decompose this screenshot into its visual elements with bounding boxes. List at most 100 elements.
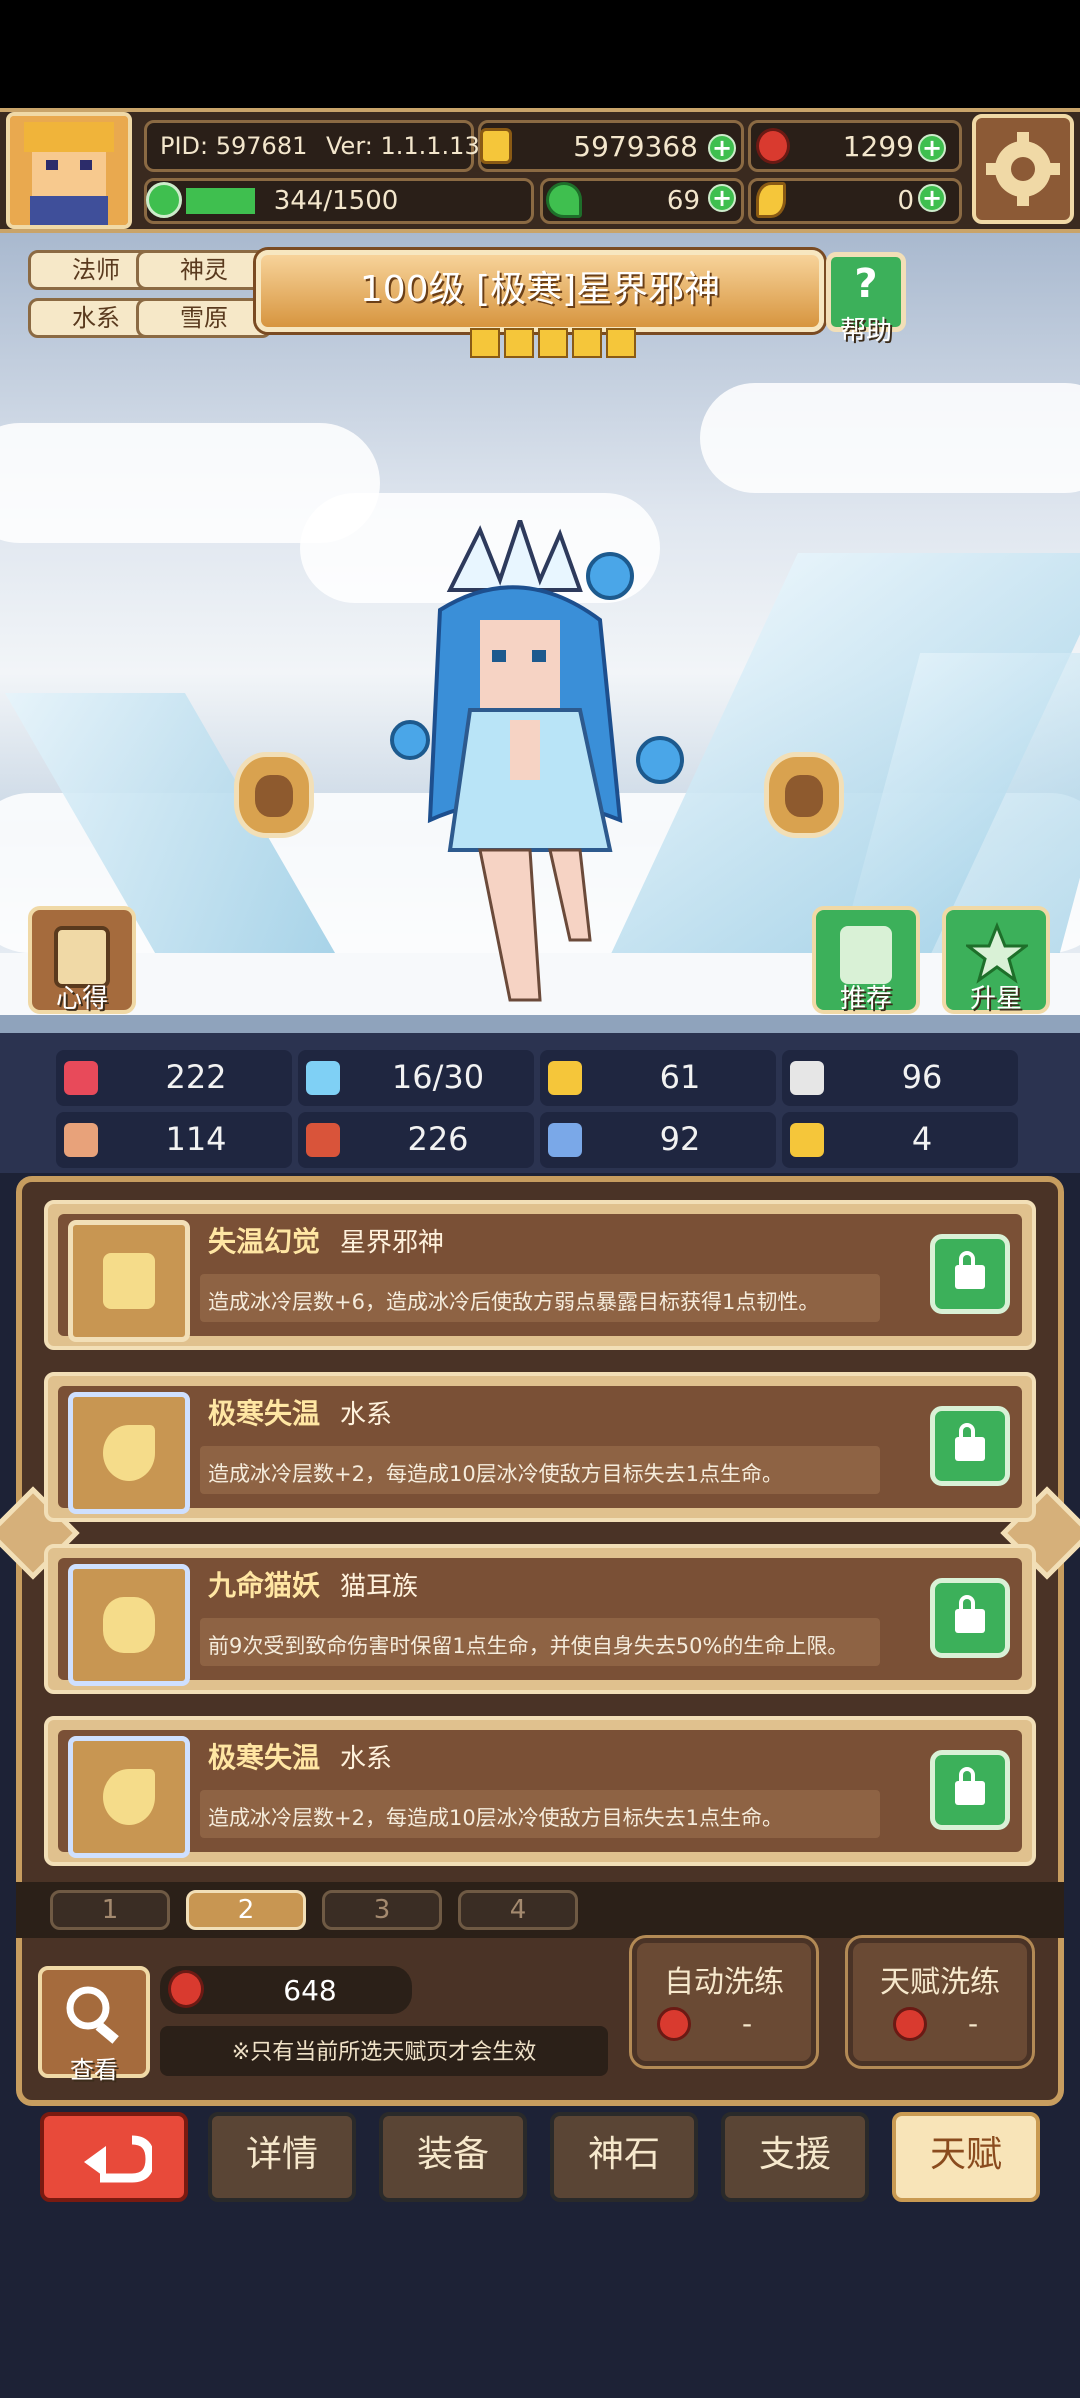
nav-tab[interactable]: 神石 xyxy=(550,2112,698,2202)
avatar-portrait-icon xyxy=(10,116,128,225)
stat-value: 61 xyxy=(659,1058,701,1096)
star-up-icon xyxy=(966,922,1028,984)
star-rating xyxy=(470,328,636,358)
talent-card-body: 极寒失温 水系 造成冰冷层数+2，每造成10层冰冷使敌方目标失去1点生命。 xyxy=(58,1730,1022,1858)
fruit-icon xyxy=(168,1970,204,2008)
wing-icon xyxy=(790,1061,824,1095)
stat-value: 226 xyxy=(407,1120,469,1158)
lock-shackle xyxy=(959,1595,975,1613)
status-bar xyxy=(0,0,1080,108)
talent-description: 前9次受到致命伤害时保留1点生命，并使自身失去50%的生命上限。 xyxy=(208,1634,849,1658)
stat-item: 96 xyxy=(782,1050,1018,1106)
talent-card[interactable]: 极寒失温 水系 造成冰冷层数+2，每造成10层冰冷使敌方目标失去1点生命。 xyxy=(44,1716,1036,1866)
chevron-right-icon xyxy=(785,775,823,817)
add-clover-button[interactable]: + xyxy=(708,184,736,212)
clover-amount: 69 xyxy=(666,186,700,216)
water-drop-icon xyxy=(306,1061,340,1095)
talent-card[interactable]: 失温幻觉 星界邪神 造成冰冷层数+6，造成冰冷后使敌方弱点暴露目标获得1点韧性。 xyxy=(44,1200,1036,1350)
star-icon xyxy=(538,328,568,358)
pid-text: PID: 597681 xyxy=(160,132,308,160)
nav-tab[interactable]: 支援 xyxy=(721,2112,869,2202)
add-feather-button[interactable]: + xyxy=(918,184,946,212)
star-icon xyxy=(504,328,534,358)
next-character-button[interactable] xyxy=(764,752,844,838)
talent-icon-frame xyxy=(68,1736,190,1858)
flame-icon xyxy=(103,1425,155,1481)
gold-amount: 5979368 xyxy=(573,130,698,163)
settings-button[interactable] xyxy=(972,114,1074,224)
back-button[interactable] xyxy=(40,2112,188,2202)
lock-shackle xyxy=(959,1767,975,1785)
auto-wash-button[interactable]: 自动洗练 - xyxy=(632,1938,816,2066)
talent-icon-frame xyxy=(68,1220,190,1342)
talent-description: 造成冰冷层数+2，每造成10层冰冷使敌方目标失去1点生命。 xyxy=(208,1806,784,1830)
stat-item: 61 xyxy=(540,1050,776,1106)
heart-icon xyxy=(64,1061,98,1095)
feather-amount: 0 xyxy=(897,186,914,216)
nav-tab[interactable]: 装备 xyxy=(379,2112,527,2202)
question-icon: ? xyxy=(854,261,878,307)
lock-toggle-button[interactable] xyxy=(930,1578,1010,1658)
fist-icon xyxy=(64,1123,98,1157)
player-avatar[interactable] xyxy=(6,112,132,229)
lock-shackle xyxy=(959,1423,975,1441)
fruit-count: 648 xyxy=(283,1974,337,2007)
lock-toggle-button[interactable] xyxy=(930,1406,1010,1486)
add-gems-button[interactable]: + xyxy=(918,134,946,162)
magnifier-icon xyxy=(66,1986,119,2044)
character-title: 100级 [极寒]星界邪神 xyxy=(256,250,824,332)
talent-name: 九命猫妖 xyxy=(208,1569,321,1602)
recommend-label: 推荐 xyxy=(839,984,892,1014)
talent-card[interactable]: 九命猫妖 猫耳族前9次受到致命伤害时保留1点生命，并使自身失去50%的生命上限。 xyxy=(44,1544,1036,1694)
talent-tag: 猫耳族 xyxy=(340,1572,419,1602)
boot-icon xyxy=(548,1123,582,1157)
back-arrow-icon xyxy=(84,2135,152,2183)
talent-name: 极寒失温 xyxy=(208,1397,321,1430)
stat-item: 4 xyxy=(782,1112,1018,1168)
page-tab[interactable]: 2 xyxy=(186,1890,306,1930)
lock-toggle-button[interactable] xyxy=(930,1234,1010,1314)
talent-card[interactable]: 极寒失温 水系 造成冰冷层数+2，每造成10层冰冷使敌方目标失去1点生命。 xyxy=(44,1372,1036,1522)
star-icon xyxy=(606,328,636,358)
talent-page-note: ※只有当前所选天赋页才会生效 xyxy=(231,2040,537,2065)
clover-icon xyxy=(546,182,582,218)
stat-item: 92 xyxy=(540,1112,776,1168)
gold-coin-icon xyxy=(480,128,512,164)
star-icon xyxy=(103,1253,155,1309)
talent-card-body: 极寒失温 水系 造成冰冷层数+2，每造成10层冰冷使敌方目标失去1点生命。 xyxy=(58,1386,1022,1514)
ice-goddess-character[interactable] xyxy=(370,520,700,1020)
talent-wash-cost: - xyxy=(967,2007,979,2040)
energy-text: 344/1500 xyxy=(273,186,399,216)
stat-value: 92 xyxy=(659,1120,701,1158)
cat-icon xyxy=(103,1597,155,1653)
stat-item: 114 xyxy=(56,1112,292,1168)
nav-tab[interactable]: 详情 xyxy=(208,2112,356,2202)
add-gold-button[interactable]: + xyxy=(708,134,736,162)
stat-item: 226 xyxy=(298,1112,534,1168)
page-tab[interactable]: 4 xyxy=(458,1890,578,1930)
flame-icon xyxy=(103,1769,155,1825)
previous-character-button[interactable] xyxy=(234,752,314,838)
talent-tag: 水系 xyxy=(340,1744,393,1774)
talent-description: 造成冰冷层数+6，造成冰冷后使敌方弱点暴露目标获得1点韧性。 xyxy=(208,1290,820,1314)
page-tab[interactable]: 3 xyxy=(322,1890,442,1930)
star-icon xyxy=(470,328,500,358)
page-tab[interactable]: 1 xyxy=(50,1890,170,1930)
shield-icon xyxy=(548,1061,582,1095)
stat-value: 96 xyxy=(901,1058,943,1096)
talent-icon-frame xyxy=(68,1564,190,1686)
nav-tab[interactable]: 天赋 xyxy=(892,2112,1040,2202)
talent-wash-label: 天赋洗练 xyxy=(880,1965,1000,2000)
book-icon xyxy=(306,1123,340,1157)
auto-wash-label: 自动洗练 xyxy=(664,1965,784,2000)
stat-item: 222 xyxy=(56,1050,292,1106)
fruit-icon xyxy=(893,2007,927,2041)
lock-toggle-button[interactable] xyxy=(930,1750,1010,1830)
star-icon xyxy=(572,328,602,358)
notes-label: 心得 xyxy=(55,984,108,1014)
talent-icon-frame xyxy=(68,1392,190,1514)
talent-wash-button[interactable]: 天赋洗练 - xyxy=(848,1938,1032,2066)
talent-name: 失温幻觉 xyxy=(208,1225,321,1258)
view-label: 查看 xyxy=(70,2056,118,2084)
stat-value: 4 xyxy=(911,1120,933,1158)
